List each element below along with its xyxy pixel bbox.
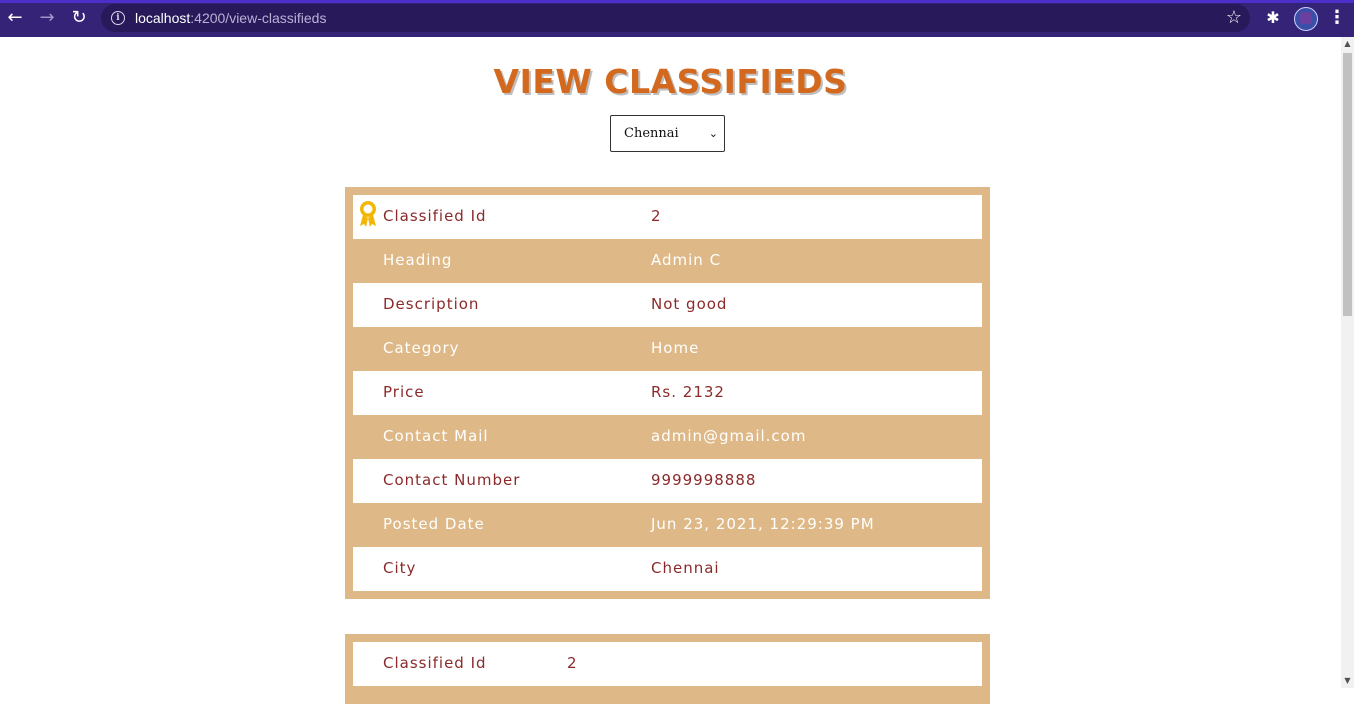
back-arrow-icon[interactable]: ←: [4, 7, 26, 29]
award-ribbon-icon: [360, 201, 376, 227]
row-value: 9999998888: [651, 471, 757, 489]
row-value: Chennai: [651, 559, 720, 577]
row-label: Classified Id: [383, 654, 487, 672]
city-select-value: Chennai: [624, 126, 679, 141]
table-row: Classified Id 2: [353, 195, 982, 239]
url-host: localhost: [135, 10, 191, 26]
row-label: Description: [383, 295, 480, 313]
bookmark-star-icon[interactable]: ☆: [1226, 7, 1242, 29]
row-label: Posted Date: [383, 515, 485, 533]
url-text[interactable]: localhost:4200/view-classifieds: [135, 10, 326, 26]
table-row: Posted Date Jun 23, 2021, 12:29:39 PM: [353, 503, 982, 547]
extensions-puzzle-icon[interactable]: ✱: [1263, 7, 1283, 29]
row-label: Contact Number: [383, 471, 521, 489]
row-value: 2: [567, 654, 578, 672]
row-label: Classified Id: [383, 207, 487, 225]
city-select[interactable]: Chennai ⌄: [610, 115, 725, 152]
row-value: Jun 23, 2021, 12:29:39 PM: [651, 515, 875, 533]
browser-toolbar: ← → ↻ i localhost:4200/view-classifieds …: [0, 0, 1354, 37]
table-row: City Chennai: [353, 547, 982, 591]
url-path: :4200/view-classifieds: [190, 10, 327, 26]
row-value: Not good: [651, 295, 728, 313]
row-label: Price: [383, 383, 425, 401]
vertical-scrollbar[interactable]: ▲ ▼: [1341, 37, 1354, 688]
scroll-down-arrow-icon[interactable]: ▼: [1341, 674, 1354, 688]
forward-arrow-icon[interactable]: →: [36, 7, 58, 29]
row-label: Heading: [383, 251, 453, 269]
row-label: Contact Mail: [383, 427, 489, 445]
page-title: VIEW CLASSIFIEDS: [493, 62, 848, 101]
row-label: City: [383, 559, 417, 577]
row-value: Admin C: [651, 251, 722, 269]
browser-menu-icon[interactable]: ⋮: [1327, 7, 1347, 29]
classified-card: Classified Id 2 Heading Admin C Descript…: [345, 187, 990, 599]
scrollbar-thumb[interactable]: [1343, 53, 1352, 316]
scroll-up-arrow-icon[interactable]: ▲: [1341, 37, 1354, 51]
table-row: Contact Mail admin@gmail.com: [353, 415, 982, 459]
table-row: Heading Admin C: [353, 239, 982, 283]
tab-strip-edge: [0, 0, 1354, 3]
row-value: Home: [651, 339, 700, 357]
table-row: Category Home: [353, 327, 982, 371]
table-row: Classified Id 2: [353, 642, 982, 686]
profile-avatar[interactable]: [1294, 7, 1318, 31]
table-row: Price Rs. 2132: [353, 371, 982, 415]
classified-card: Classified Id 2: [345, 634, 990, 704]
chevron-down-icon: ⌄: [708, 127, 718, 140]
site-info-icon[interactable]: i: [111, 11, 125, 25]
reload-icon[interactable]: ↻: [68, 7, 90, 29]
row-label: Category: [383, 339, 460, 357]
table-row: Contact Number 9999998888: [353, 459, 982, 503]
table-row: Description Not good: [353, 283, 982, 327]
address-bar[interactable]: i localhost:4200/view-classifieds ☆: [101, 4, 1250, 32]
row-value: Rs. 2132: [651, 383, 725, 401]
row-value: 2: [651, 207, 662, 225]
row-value: admin@gmail.com: [651, 427, 807, 445]
